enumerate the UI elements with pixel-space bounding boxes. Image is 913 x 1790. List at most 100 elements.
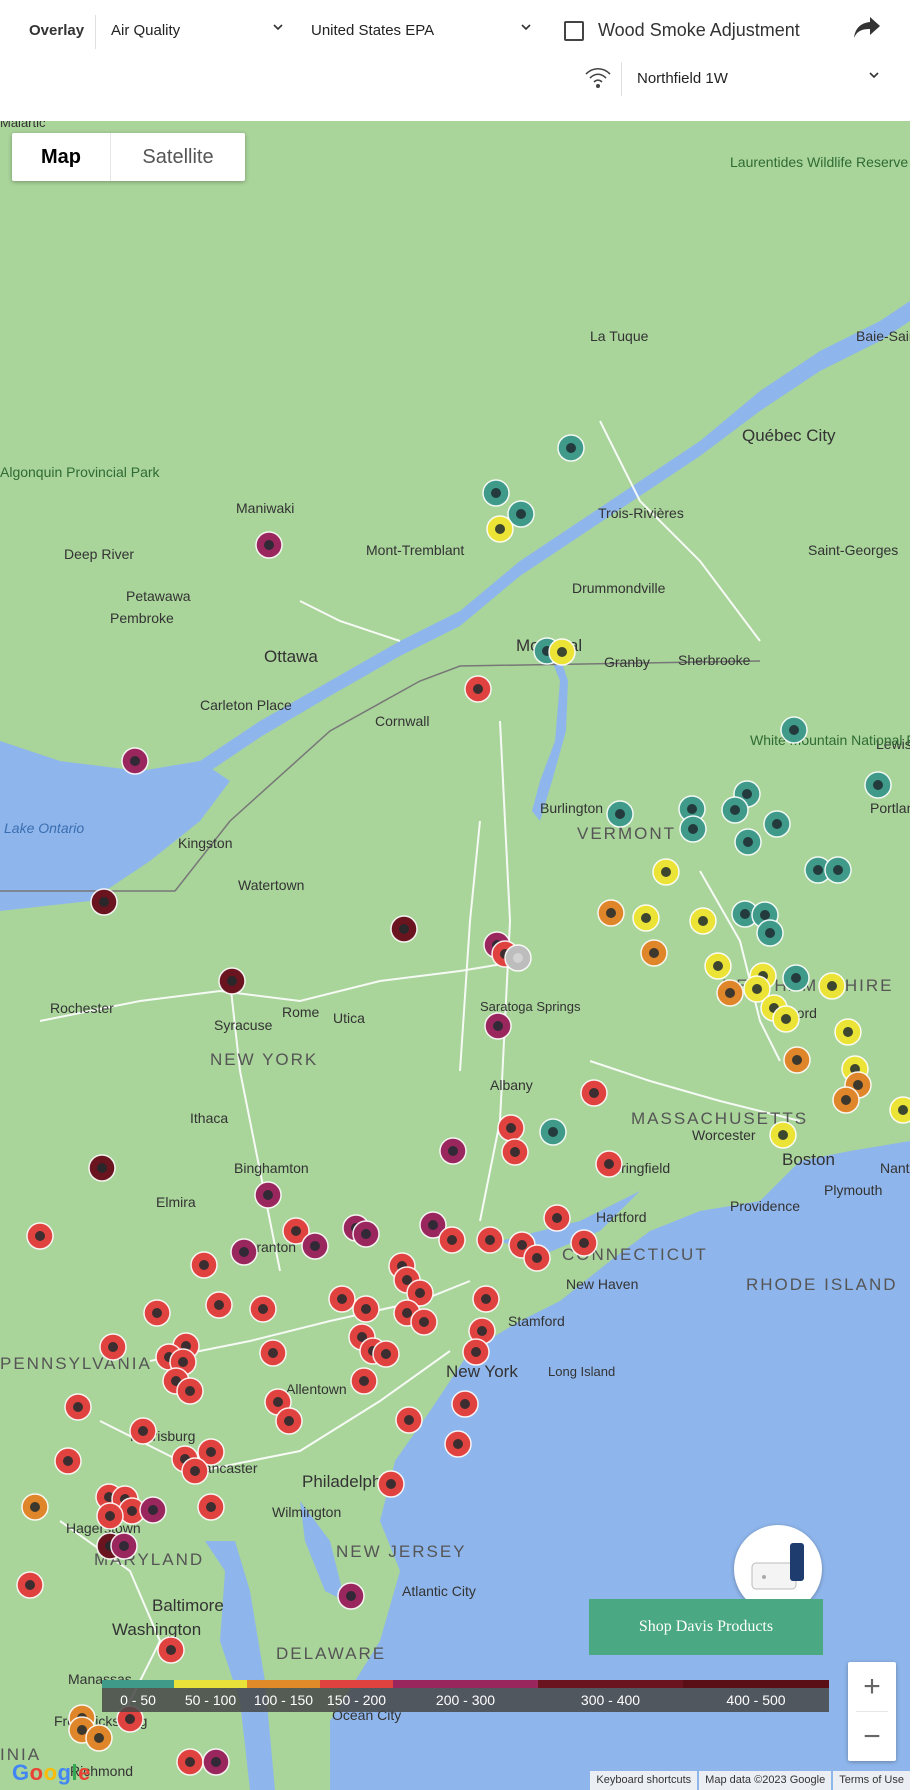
station-marker-unhealthy[interactable] (96, 1502, 124, 1530)
station-marker-unhealthy[interactable] (523, 1244, 551, 1272)
station-marker-good[interactable] (780, 716, 808, 744)
station-marker-usg[interactable] (832, 1086, 860, 1114)
station-marker-unhealthy[interactable] (249, 1295, 277, 1323)
station-marker-unhealthy[interactable] (543, 1204, 571, 1232)
station-marker-unhealthy[interactable] (181, 1457, 209, 1485)
station-marker-usg[interactable] (640, 939, 668, 967)
station-marker-very-unhealthy[interactable] (337, 1582, 365, 1610)
station-marker-unhealthy[interactable] (190, 1251, 218, 1279)
station-marker-hazardous[interactable] (390, 915, 418, 943)
station-marker-moderate[interactable] (772, 1005, 800, 1033)
station-marker-good[interactable] (721, 796, 749, 824)
overlay-select[interactable]: Air Quality (111, 14, 285, 48)
station-marker-very-unhealthy[interactable] (301, 1232, 329, 1260)
station-marker-very-unhealthy[interactable] (439, 1137, 467, 1165)
station-marker-unhealthy[interactable] (64, 1393, 92, 1421)
station-marker-moderate[interactable] (632, 904, 660, 932)
wood-smoke-checkbox[interactable] (564, 21, 584, 41)
station-marker-moderate[interactable] (818, 972, 846, 1000)
station-marker-unhealthy[interactable] (176, 1377, 204, 1405)
station-marker-moderate[interactable] (889, 1096, 910, 1124)
station-marker-unhealthy[interactable] (476, 1226, 504, 1254)
keyboard-shortcuts-link[interactable]: Keyboard shortcuts (590, 1771, 698, 1790)
station-marker-unhealthy[interactable] (501, 1138, 529, 1166)
station-marker-moderate[interactable] (486, 515, 514, 543)
station-marker-good[interactable] (824, 856, 852, 884)
station-marker-unhealthy[interactable] (26, 1222, 54, 1250)
station-marker-good[interactable] (763, 810, 791, 838)
station-marker-unhealthy[interactable] (99, 1333, 127, 1361)
station-marker-very-unhealthy[interactable] (484, 1012, 512, 1040)
station-marker-unhealthy[interactable] (157, 1636, 185, 1664)
station-marker-unhealthy[interactable] (451, 1390, 479, 1418)
shop-davis-products-button[interactable]: Shop Davis Products (589, 1599, 823, 1655)
station-marker-unhealthy[interactable] (54, 1447, 82, 1475)
station-marker-very-unhealthy[interactable] (230, 1238, 258, 1266)
wood-smoke-label[interactable]: Wood Smoke Adjustment (598, 20, 800, 41)
station-marker-unhealthy[interactable] (129, 1417, 157, 1445)
google-logo[interactable]: Google (12, 1760, 91, 1786)
station-marker-good[interactable] (679, 815, 707, 843)
station-marker-unhealthy[interactable] (444, 1430, 472, 1458)
station-marker-unhealthy[interactable] (205, 1291, 233, 1319)
station-marker-unhealthy[interactable] (275, 1407, 303, 1435)
station-marker-hazardous[interactable] (88, 1154, 116, 1182)
station-marker-good[interactable] (557, 434, 585, 462)
station-marker-very-unhealthy[interactable] (121, 747, 149, 775)
station-marker-unhealthy[interactable] (462, 1338, 490, 1366)
station-marker-hazardous[interactable] (90, 888, 118, 916)
zoom-out-button[interactable]: − (848, 1712, 896, 1761)
aqi-standard-select[interactable]: United States EPA (311, 14, 533, 48)
station-marker-unhealthy[interactable] (352, 1295, 380, 1323)
station-marker-moderate[interactable] (704, 952, 732, 980)
station-marker-usg[interactable] (716, 979, 744, 1007)
station-marker-moderate[interactable] (834, 1018, 862, 1046)
station-marker-good[interactable] (606, 800, 634, 828)
station-marker-unhealthy[interactable] (176, 1748, 204, 1776)
station-marker-unhealthy[interactable] (372, 1340, 400, 1368)
station-marker-unhealthy[interactable] (497, 1114, 525, 1142)
station-marker-moderate[interactable] (689, 907, 717, 935)
station-marker-unhealthy[interactable] (328, 1285, 356, 1313)
air-quality-map[interactable]: VERMONT NEW HAMPSHIRE NEW YORK MASSACHUS… (0, 121, 910, 1790)
station-marker-unhealthy[interactable] (464, 675, 492, 703)
station-marker-hazardous[interactable] (218, 967, 246, 995)
station-marker-good[interactable] (482, 479, 510, 507)
station-marker-usg[interactable] (597, 899, 625, 927)
terms-of-use-link[interactable]: Terms of Use (833, 1771, 910, 1790)
station-marker-very-unhealthy[interactable] (254, 1181, 282, 1209)
station-marker-unhealthy[interactable] (395, 1406, 423, 1434)
station-marker-unhealthy[interactable] (259, 1339, 287, 1367)
station-marker-good[interactable] (782, 964, 810, 992)
station-marker-usg[interactable] (21, 1493, 49, 1521)
station-marker-unhealthy[interactable] (143, 1299, 171, 1327)
station-marker-very-unhealthy[interactable] (255, 531, 283, 559)
station-marker-unhealthy[interactable] (570, 1229, 598, 1257)
station-marker-usg[interactable] (85, 1724, 113, 1752)
station-select[interactable]: Northfield 1W (637, 62, 881, 96)
station-marker-moderate[interactable] (652, 858, 680, 886)
station-marker-unhealthy[interactable] (377, 1470, 405, 1498)
station-marker-very-unhealthy[interactable] (352, 1220, 380, 1248)
station-marker-good[interactable] (864, 771, 892, 799)
station-marker-good[interactable] (756, 919, 784, 947)
station-marker-unhealthy[interactable] (595, 1150, 623, 1178)
station-marker-unhealthy[interactable] (197, 1493, 225, 1521)
station-marker-unhealthy[interactable] (350, 1367, 378, 1395)
station-marker-very-unhealthy[interactable] (202, 1748, 230, 1776)
station-marker-very-unhealthy[interactable] (110, 1532, 138, 1560)
station-marker-no-data[interactable] (504, 944, 532, 972)
station-marker-good[interactable] (539, 1118, 567, 1146)
station-marker-unhealthy[interactable] (410, 1308, 438, 1336)
station-marker-unhealthy[interactable] (472, 1285, 500, 1313)
station-marker-moderate[interactable] (769, 1121, 797, 1149)
station-marker-usg[interactable] (783, 1046, 811, 1074)
station-marker-good[interactable] (734, 828, 762, 856)
share-arrow-icon[interactable] (852, 14, 882, 42)
station-marker-unhealthy[interactable] (16, 1571, 44, 1599)
station-marker-moderate[interactable] (548, 638, 576, 666)
zoom-in-button[interactable]: + (848, 1662, 896, 1711)
station-marker-unhealthy[interactable] (580, 1079, 608, 1107)
station-marker-unhealthy[interactable] (438, 1226, 466, 1254)
station-marker-very-unhealthy[interactable] (139, 1496, 167, 1524)
